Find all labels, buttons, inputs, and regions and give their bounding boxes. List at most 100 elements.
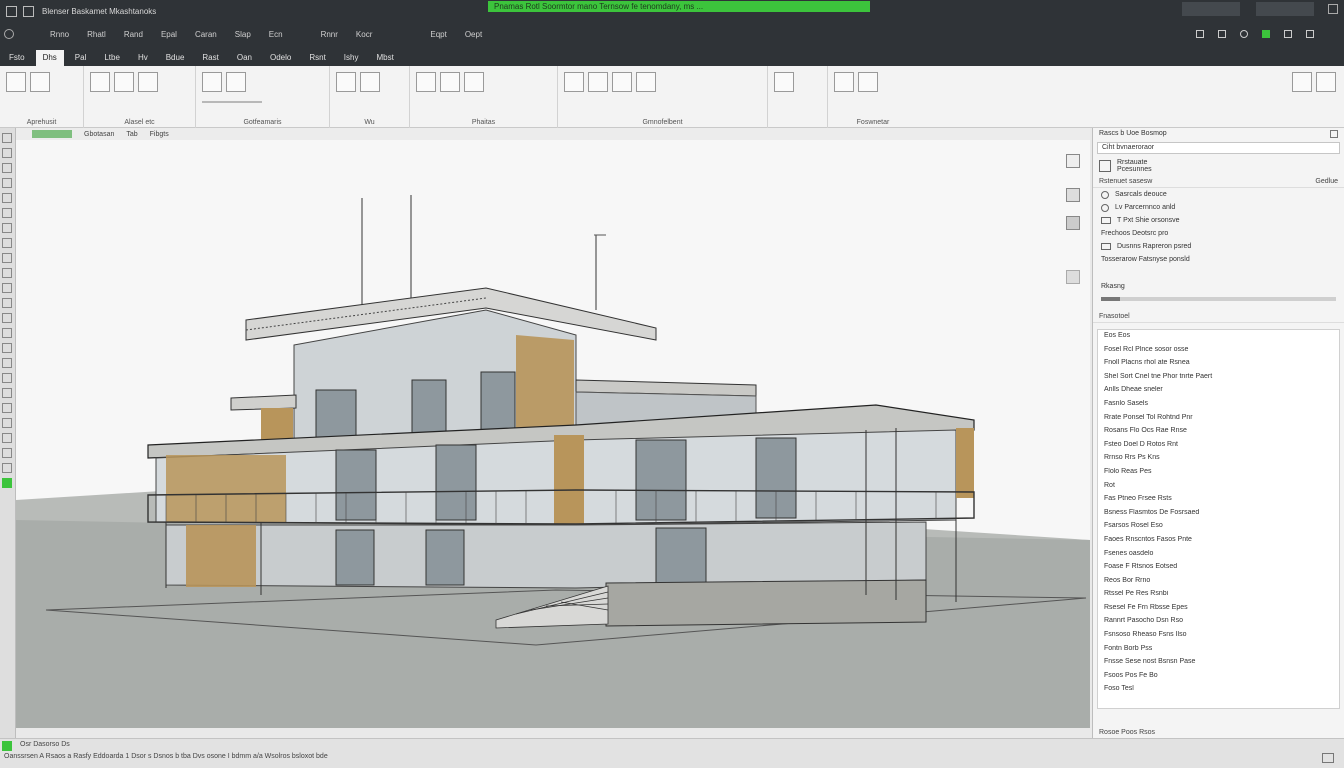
tool-icon[interactable]: [2, 328, 12, 338]
list-item[interactable]: Fnsse Sese nost Bsnsn Pase: [1098, 658, 1339, 672]
menu-item[interactable]: Eqpt: [430, 30, 446, 39]
menu-item[interactable]: Epal: [161, 30, 177, 39]
tab-file[interactable]: Fsto: [2, 50, 32, 66]
tool-icon[interactable]: [2, 193, 12, 203]
list-item[interactable]: Rosans Flo Ocs Rae Rnse: [1098, 427, 1339, 441]
tool-icon[interactable]: [2, 373, 12, 383]
menu-item[interactable]: Slap: [235, 30, 251, 39]
list-item[interactable]: Rot: [1098, 482, 1339, 496]
mullion-icon[interactable]: [464, 72, 484, 92]
column-icon[interactable]: [226, 72, 246, 92]
menu-item[interactable]: Rnnr: [321, 30, 338, 39]
menu-item[interactable]: Kocr: [356, 30, 372, 39]
home-icon[interactable]: [4, 29, 14, 39]
model-text-icon[interactable]: [636, 72, 656, 92]
help-icon[interactable]: [1328, 4, 1338, 14]
list-item[interactable]: Foso Tesl: [1098, 685, 1339, 699]
ribbon-tab[interactable]: Ishy: [337, 50, 366, 66]
save-icon[interactable]: [23, 5, 34, 17]
menu-item[interactable]: Ecn: [269, 30, 283, 39]
view-tab[interactable]: Fibgts: [150, 131, 169, 138]
ribbon-tab[interactable]: Mbst: [369, 50, 400, 66]
list-item[interactable]: Faoes Rnscntos Fasos Pnte: [1098, 536, 1339, 550]
room-icon[interactable]: [774, 72, 794, 92]
roof-icon[interactable]: [336, 72, 356, 92]
tool-icon[interactable]: [2, 178, 12, 188]
list-item[interactable]: Fsenes oasdelo: [1098, 550, 1339, 564]
view-cube[interactable]: [1066, 154, 1080, 284]
list-item[interactable]: Fasnlo Sasels: [1098, 400, 1339, 414]
list-item[interactable]: Rtssel Pe Res Rsnbi: [1098, 590, 1339, 604]
info-icon[interactable]: [1284, 30, 1292, 38]
properties-footer[interactable]: Rosoe Poos Rsos: [1099, 729, 1155, 736]
option-radio[interactable]: Sasrcals deouce: [1093, 188, 1344, 201]
menu-item[interactable]: Caran: [195, 30, 217, 39]
tool-icon[interactable]: [2, 283, 12, 293]
orbit-icon[interactable]: [1066, 216, 1080, 230]
list-item[interactable]: Reos Bor Rrno: [1098, 577, 1339, 591]
tab-home[interactable]: Dhs: [35, 50, 64, 66]
tool-icon[interactable]: [2, 418, 12, 428]
floor-icon[interactable]: [416, 72, 436, 92]
option-item[interactable]: Frechoos Deotsrc pro: [1093, 227, 1344, 240]
zoom-icon[interactable]: [1066, 188, 1080, 202]
option-checkbox[interactable]: Dusnns Rapreron psred: [1093, 240, 1344, 253]
tool-icon[interactable]: [2, 133, 12, 143]
menu-item[interactable]: Rnno: [50, 30, 69, 39]
grid-icon[interactable]: [1196, 30, 1204, 38]
search-box[interactable]: [1256, 2, 1314, 16]
list-item[interactable]: Fosel Rcl Plnce sosor osse: [1098, 346, 1339, 360]
type-selector[interactable]: Rrstauate Pcesunnes: [1093, 156, 1344, 176]
list-item[interactable]: Fsteo Doel D Rotos Rnt: [1098, 441, 1339, 455]
active-tool-icon[interactable]: [2, 478, 12, 488]
list-item[interactable]: Fontn Borb Pss: [1098, 645, 1339, 659]
list-item[interactable]: Fsarsos Rosel Eso: [1098, 522, 1339, 536]
scale-icon[interactable]: [2, 741, 12, 751]
3d-viewport[interactable]: [16, 140, 1090, 728]
ribbon-tab[interactable]: Pal: [68, 50, 94, 66]
pan-icon[interactable]: [1066, 270, 1080, 284]
menu-item[interactable]: Oept: [465, 30, 482, 39]
list-item[interactable]: Foase F Rtsnos Eotsed: [1098, 563, 1339, 577]
globe-icon[interactable]: [1240, 30, 1248, 38]
tool-icon[interactable]: [2, 388, 12, 398]
list-item[interactable]: Rannrt Pasocho Dsn Rso: [1098, 617, 1339, 631]
option-item[interactable]: Tosserarow Fatsnyse ponsld: [1093, 253, 1344, 266]
tool-icon[interactable]: [2, 298, 12, 308]
section-header[interactable]: Fnasotoel: [1093, 311, 1344, 323]
list-item[interactable]: Fsoos Pos Fe Bo: [1098, 672, 1339, 686]
modify-icon[interactable]: [6, 72, 26, 92]
list-item[interactable]: Anlls Dheae sneler: [1098, 386, 1339, 400]
ramp-icon[interactable]: [588, 72, 608, 92]
menu-item[interactable]: Rhatl: [87, 30, 106, 39]
view-tab[interactable]: Tab: [126, 131, 137, 138]
filter-icon[interactable]: [1322, 753, 1334, 763]
tool-icon[interactable]: [2, 403, 12, 413]
detail-slider[interactable]: [1101, 297, 1336, 301]
tool-icon[interactable]: [2, 163, 12, 173]
section-header[interactable]: Rstenuet sasesw Gedlue: [1093, 176, 1344, 188]
view-control-bar[interactable]: Osr Dasorso Ds: [20, 741, 70, 748]
door-icon[interactable]: [114, 72, 134, 92]
ribbon-tab[interactable]: Odelo: [263, 50, 298, 66]
edit-type-link[interactable]: Gedlue: [1315, 178, 1338, 185]
properties-search[interactable]: Ciht bvnaeroraor: [1097, 142, 1340, 154]
ribbon-tab[interactable]: Ltbe: [97, 50, 127, 66]
ribbon-tab[interactable]: Hv: [131, 50, 155, 66]
curtain-wall-icon[interactable]: [440, 72, 460, 92]
tool-icon[interactable]: [2, 448, 12, 458]
tool-icon[interactable]: [2, 358, 12, 368]
tool-icon[interactable]: [2, 433, 12, 443]
view-cube-icon[interactable]: [1066, 154, 1080, 168]
sync-icon[interactable]: [1316, 72, 1336, 92]
workset-icon[interactable]: [1292, 72, 1312, 92]
menu-item[interactable]: Rand: [124, 30, 143, 39]
list-item[interactable]: Eos Eos: [1098, 332, 1339, 346]
ribbon-tab[interactable]: Bdue: [159, 50, 192, 66]
list-item[interactable]: Shel Sort Cnel tne Phor tnrte Paert: [1098, 373, 1339, 387]
minimize-icon[interactable]: [1306, 30, 1314, 38]
close-icon[interactable]: [1330, 130, 1338, 138]
ribbon-tab[interactable]: Oan: [230, 50, 259, 66]
signin-box[interactable]: [1182, 2, 1240, 16]
upload-icon[interactable]: [1262, 30, 1270, 38]
